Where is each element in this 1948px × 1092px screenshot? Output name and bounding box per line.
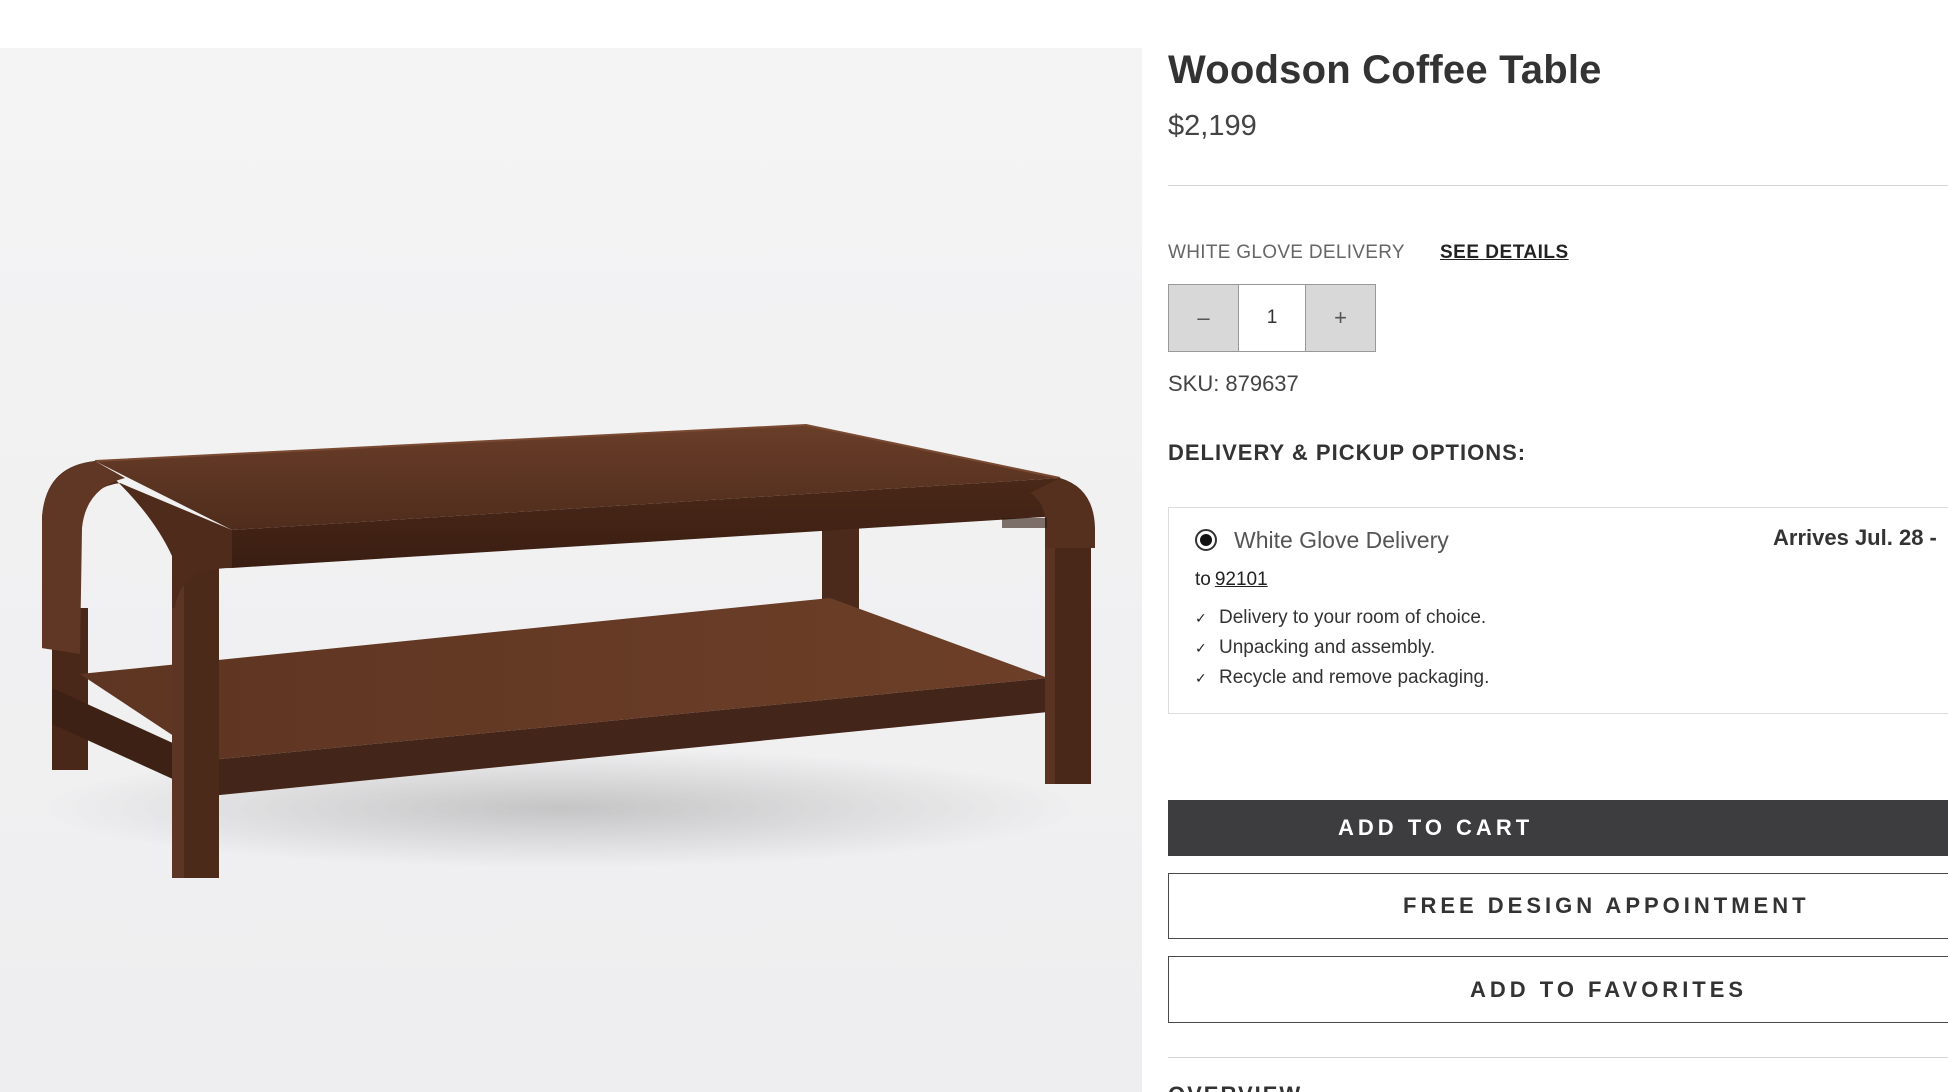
sku-line: SKU: 879637	[1168, 371, 1299, 397]
feature-text: Delivery to your room of choice.	[1219, 607, 1487, 628]
delivery-option-card[interactable]: White Glove Delivery Arrives Jul. 28 - t…	[1168, 507, 1948, 714]
increase-quantity-button[interactable]: +	[1305, 285, 1375, 351]
add-to-cart-label: ADD TO CART	[1338, 815, 1534, 840]
list-item: ✓ Recycle and remove packaging.	[1195, 663, 1489, 693]
product-price: $2,199	[1168, 110, 1257, 142]
product-page: Woodson Coffee Table $2,199 WHITE GLOVE …	[0, 0, 1948, 1092]
list-item: ✓ Unpacking and assembly.	[1195, 633, 1489, 663]
feature-text: Recycle and remove packaging.	[1219, 667, 1490, 688]
sku-number: 879637	[1225, 371, 1299, 396]
zip-code-link[interactable]: 92101	[1215, 569, 1268, 590]
delivery-type-label: WHITE GLOVE DELIVERY	[1168, 242, 1405, 263]
product-title: Woodson Coffee Table	[1168, 48, 1602, 92]
checkmark-icon: ✓	[1195, 669, 1207, 686]
product-info-panel: Woodson Coffee Table $2,199 WHITE GLOVE …	[1168, 0, 1948, 1092]
coffee-table-illustration	[40, 423, 1095, 878]
decrease-quantity-button[interactable]: –	[1169, 285, 1239, 351]
divider	[1168, 1057, 1948, 1058]
design-appointment-label: FREE DESIGN APPOINTMENT	[1403, 893, 1810, 918]
checkmark-icon: ✓	[1195, 639, 1207, 656]
delivery-option-label: White Glove Delivery	[1234, 527, 1449, 553]
see-details-link[interactable]: SEE DETAILS	[1440, 242, 1569, 264]
add-to-cart-button[interactable]: ADD TO CART	[1168, 800, 1948, 856]
design-appointment-button[interactable]: FREE DESIGN APPOINTMENT	[1168, 873, 1948, 939]
feature-text: Unpacking and assembly.	[1219, 637, 1436, 658]
list-item: ✓ Delivery to your room of choice.	[1195, 603, 1489, 633]
product-image[interactable]	[0, 48, 1142, 1092]
delivery-options-heading: DELIVERY & PICKUP OPTIONS:	[1168, 440, 1527, 465]
to-label: to	[1195, 569, 1211, 590]
add-to-favorites-label: ADD TO FAVORITES	[1470, 976, 1748, 1002]
checkmark-icon: ✓	[1195, 609, 1207, 626]
overview-heading[interactable]: OVERVIEW	[1168, 1082, 1302, 1092]
quantity-stepper: – 1 +	[1168, 284, 1376, 352]
delivery-option-radio[interactable]	[1195, 529, 1217, 551]
delivery-features-list: ✓ Delivery to your room of choice. ✓ Unp…	[1195, 603, 1489, 693]
arrival-date: Arrives Jul. 28 -	[1773, 525, 1937, 550]
add-to-favorites-button[interactable]: ADD TO FAVORITES	[1168, 956, 1948, 1023]
sku-label: SKU:	[1168, 371, 1220, 396]
divider	[1168, 185, 1948, 186]
quantity-input[interactable]: 1	[1239, 285, 1305, 351]
delivery-zip-line: to 92101	[1195, 569, 1268, 591]
